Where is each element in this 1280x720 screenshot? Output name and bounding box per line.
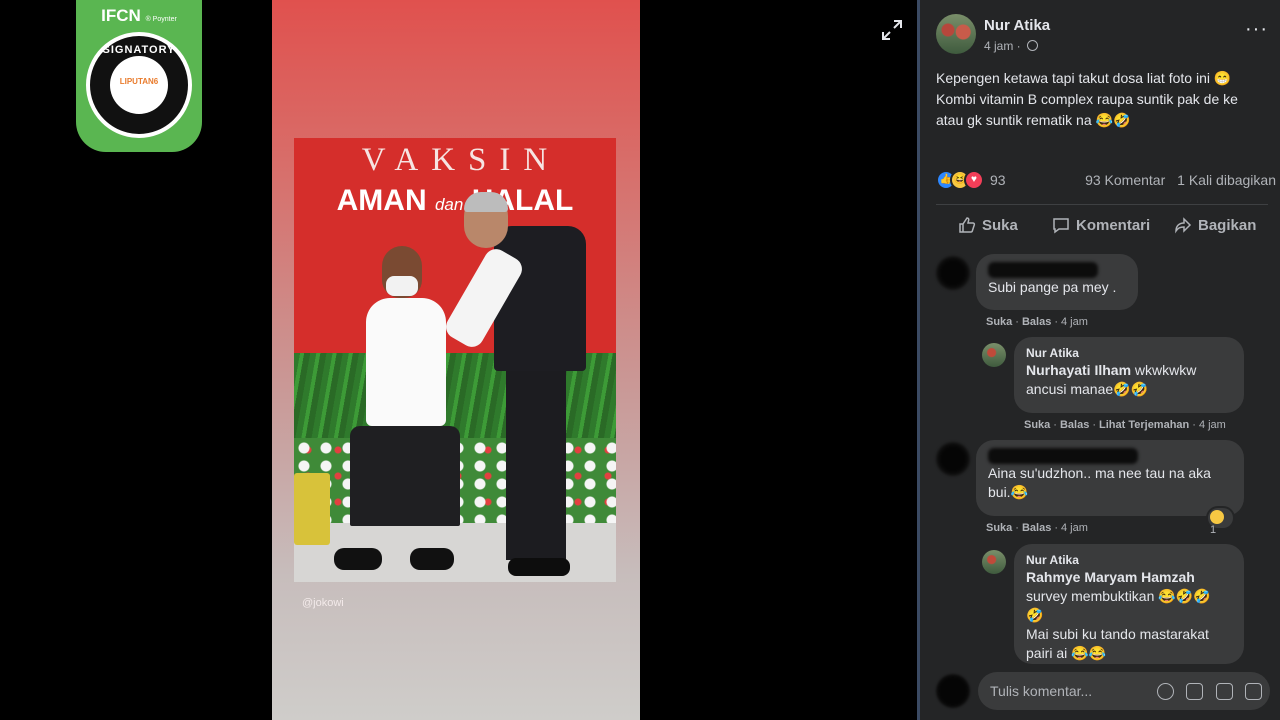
comment-text: Subi pange pa mey .: [988, 279, 1117, 295]
reply-avatar[interactable]: [982, 550, 1006, 574]
badge-title: IFCN: [101, 6, 141, 25]
divider: [936, 204, 1268, 205]
seated-man-legs: [350, 426, 460, 526]
reply-time[interactable]: 4 jam: [1199, 419, 1226, 431]
author-avatar[interactable]: [936, 14, 976, 54]
commenter-name-redacted[interactable]: [988, 262, 1098, 278]
comment-composer: Tulis komentar...: [936, 672, 1276, 716]
doctor-hair: [464, 192, 508, 212]
love-reaction-icon: ♥: [964, 170, 984, 190]
badge-brand: LIPUTAN6: [119, 77, 159, 86]
post-actions: Suka Komentari Bagikan: [936, 212, 1276, 244]
reply-meta: Suka · Balas · Lihat Terjemahan · 4 jam: [1024, 419, 1226, 431]
reply-like-link[interactable]: Suka: [1024, 419, 1050, 431]
comment-bubble: Aina su'udzhon.. ma nee tau na aka bui.😂: [976, 440, 1244, 516]
comment-reaction-badge[interactable]: 1: [1208, 508, 1233, 536]
see-translation-link[interactable]: Lihat Terjemahan: [1099, 419, 1189, 431]
reply-text: survey membuktikan 😂🤣🤣: [1026, 588, 1211, 604]
share-button[interactable]: Bagikan: [1174, 216, 1256, 234]
post-meta: 4 jam ·: [984, 39, 1039, 53]
expand-arrows-icon: [882, 20, 902, 40]
post-header: Nur Atika 4 jam · ···: [936, 14, 1276, 62]
comment-like-link[interactable]: Suka: [986, 522, 1012, 534]
face-mask: [386, 276, 418, 296]
banner-vaksin: VAKSIN: [361, 142, 561, 178]
reply-author[interactable]: Nur Atika: [1026, 345, 1232, 361]
ifcn-signatory-badge: IFCN ® Poynter SIGNATORY LIPUTAN6: [76, 0, 202, 152]
commenter-name-redacted[interactable]: [988, 448, 1138, 464]
vaccination-photo: VAKSIN AMAN dan HALAL: [294, 138, 616, 582]
reply-text-line3: 🤣: [1026, 607, 1044, 623]
reply-avatar[interactable]: [982, 343, 1006, 367]
shoe-left: [334, 548, 382, 570]
expand-icon[interactable]: [880, 18, 904, 42]
reply-text-line4: Mai subi ku tando mastarakat: [1026, 626, 1209, 642]
mentioned-user[interactable]: Nurhayati Ilham: [1026, 362, 1131, 378]
badge-logo: LIPUTAN6: [110, 56, 168, 114]
doctor-legs: [506, 370, 566, 560]
comment-time[interactable]: 4 jam: [1061, 316, 1088, 328]
comment-bubble: Subi pange pa mey .: [976, 254, 1138, 310]
yellow-box: [294, 473, 330, 545]
comment-reply-link[interactable]: Balas: [1022, 522, 1051, 534]
share-icon: [1175, 217, 1192, 234]
current-user-avatar: [936, 674, 970, 708]
comment-time[interactable]: 4 jam: [1061, 522, 1088, 534]
post-text: Kepengen ketawa tapi takut dosa liat fot…: [936, 70, 1238, 128]
photo-credit: @jokowi: [302, 597, 344, 609]
author-name[interactable]: Nur Atika: [984, 17, 1050, 34]
comment-button[interactable]: Komentari: [1052, 216, 1150, 234]
reaction-summary: 👍 😆 ♥ 93 93 Komentar 1 Kali dibagikan: [936, 168, 1276, 192]
doctor-vest: [494, 226, 586, 371]
comment-meta: Suka · Balas · 4 jam: [986, 316, 1088, 328]
emoji-icon[interactable]: [1156, 683, 1174, 700]
banner-aman-dan-halal: AMAN dan HALAL: [336, 184, 574, 217]
shoe-right: [410, 548, 454, 570]
reply-text-line2: ancusi manae🤣🤣: [1026, 381, 1149, 397]
comment-meta: Suka · Balas · 4 jam: [986, 522, 1088, 534]
more-options-icon[interactable]: ···: [1245, 19, 1268, 39]
comment-icon: [1053, 218, 1069, 234]
reply-text-line5: pairi ai 😂😂: [1026, 645, 1106, 661]
badge-ring: SIGNATORY LIPUTAN6: [86, 32, 192, 138]
photo-viewer: IFCN ® Poynter SIGNATORY LIPUTAN6 VAKSIN…: [0, 0, 917, 720]
haha-reaction-icon: [1210, 510, 1224, 524]
comment-text: Aina su'udzhon.. ma nee tau na aka: [988, 465, 1211, 481]
reply-author[interactable]: Nur Atika: [1026, 552, 1232, 568]
reply-bubble: Nur Atika Nurhayati Ilham wkwkwkw ancusi…: [1014, 337, 1244, 413]
camera-icon[interactable]: [1186, 683, 1204, 700]
doctor-shoes: [508, 558, 570, 576]
mentioned-user[interactable]: Rahmye Maryam Hamzah: [1026, 568, 1232, 587]
post-panel: Nur Atika 4 jam · ··· Kepengen ketawa ta…: [917, 0, 1280, 720]
reply-reply-link[interactable]: Balas: [1060, 419, 1089, 431]
badge-subtitle: ® Poynter: [145, 16, 177, 23]
reaction-count[interactable]: 93: [990, 172, 1006, 188]
gif-icon[interactable]: [1215, 683, 1233, 700]
comment-count-link[interactable]: 93 Komentar: [1085, 172, 1165, 188]
commenter-avatar[interactable]: [936, 442, 970, 476]
globe-icon: [1027, 40, 1039, 51]
commenter-avatar[interactable]: [936, 256, 970, 290]
sticker-icon[interactable]: [1245, 683, 1262, 700]
comment-reply-link[interactable]: Balas: [1022, 316, 1051, 328]
share-count-link[interactable]: 1 Kali dibagikan: [1177, 172, 1276, 188]
reply-text: wkwkwkw: [1131, 362, 1197, 378]
comment-like-link[interactable]: Suka: [986, 316, 1012, 328]
like-button[interactable]: Suka: [958, 216, 1018, 234]
badge-ring-text: SIGNATORY: [102, 44, 176, 56]
comment-text-line2: bui.😂: [988, 484, 1029, 500]
seated-man-shirt: [366, 298, 446, 426]
thumbs-up-icon: [959, 217, 976, 233]
post-time[interactable]: 4 jam: [984, 39, 1013, 53]
reply-bubble: Nur Atika Rahmye Maryam Hamzah survey me…: [1014, 544, 1244, 664]
